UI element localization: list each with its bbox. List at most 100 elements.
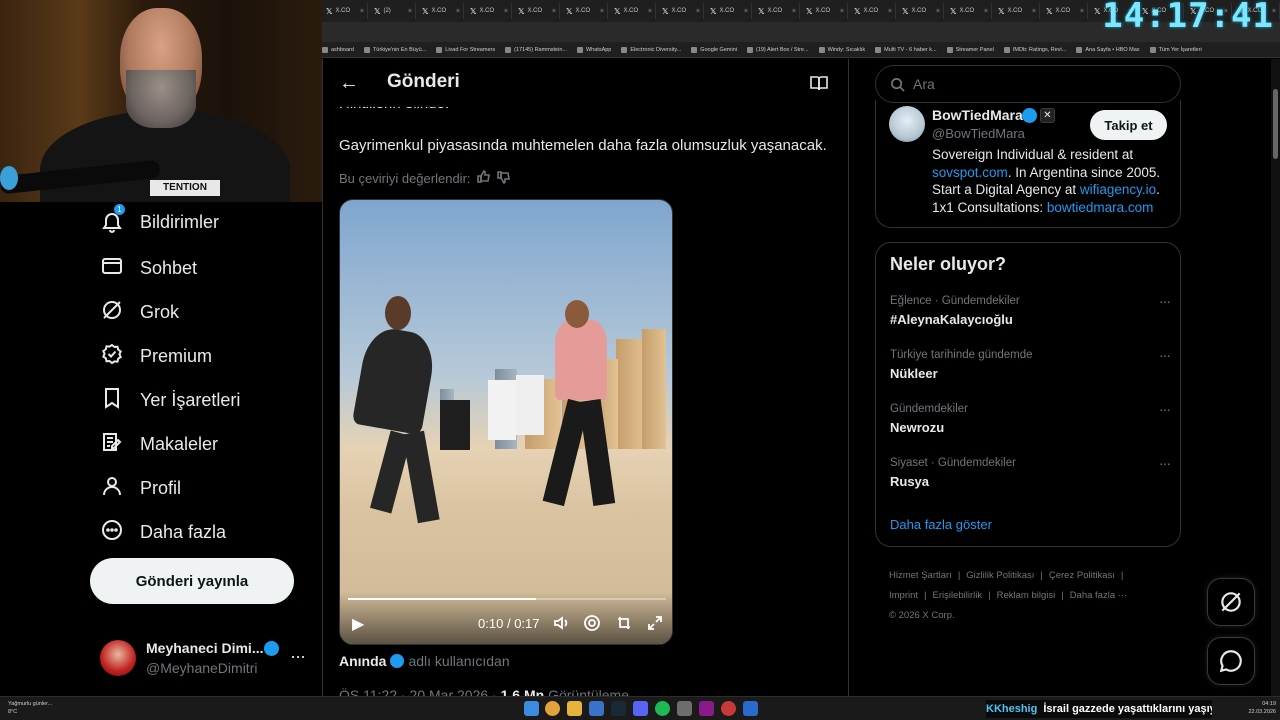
footer-link[interactable]: Çerez Politikası (1049, 570, 1115, 581)
browser-tab[interactable]: 𝕏 X.CO × (946, 3, 992, 19)
settings-gear-icon[interactable] (583, 614, 601, 632)
close-tab-icon[interactable]: × (936, 8, 940, 15)
discord-icon[interactable] (633, 701, 648, 716)
trend-item[interactable]: Eğlence · Gündemdekiler #AleynaKalaycıoğ… (890, 293, 1171, 339)
nav-item-chat[interactable]: Sohbet (100, 254, 197, 283)
more-dots-icon[interactable]: ··· (290, 646, 306, 667)
nav-item-notifications[interactable]: 1 Bildirimler (100, 204, 219, 234)
thumbs-up-icon[interactable] (476, 169, 491, 187)
browser-tab[interactable]: 𝕏 X.CO × (994, 3, 1040, 19)
close-tab-icon[interactable]: × (552, 8, 556, 15)
close-tab-icon[interactable]: × (360, 8, 364, 15)
volume-icon[interactable] (552, 614, 570, 632)
close-tab-icon[interactable]: × (696, 8, 700, 15)
close-tab-icon[interactable]: × (984, 8, 988, 15)
bio-link[interactable]: bowtiedmara.com (1047, 200, 1154, 215)
close-tab-icon[interactable]: × (888, 8, 892, 15)
scrollbar[interactable] (1271, 59, 1280, 696)
profile-name[interactable]: BowTiedMara (932, 107, 1023, 123)
nav-item-profile[interactable]: Profil (100, 474, 181, 503)
browser-tab[interactable]: 𝕏 X.CO × (802, 3, 848, 19)
thumbs-down-icon[interactable] (496, 170, 511, 187)
chrome-icon[interactable] (545, 701, 560, 716)
more-dots-icon[interactable]: ··· (1159, 455, 1171, 471)
nav-item-articles[interactable]: Makaleler (100, 430, 218, 459)
browser-tab[interactable]: 𝕏 X.CO × (322, 3, 368, 19)
trend-item[interactable]: Gündemdekiler Newrozu ··· (890, 401, 1171, 447)
system-tray-clock[interactable]: 04:19 22.03.2026 (1248, 700, 1276, 716)
close-tab-icon[interactable]: × (600, 8, 604, 15)
footer-link[interactable]: Erişilebilirlik (933, 590, 983, 601)
show-more-link[interactable]: Daha fazla göster (890, 517, 992, 532)
close-tab-icon[interactable]: × (456, 8, 460, 15)
browser-tab[interactable]: 𝕏 X.CO × (514, 3, 560, 19)
app-icon[interactable] (743, 701, 758, 716)
search-input[interactable] (913, 76, 1153, 92)
nav-item-bookmarks[interactable]: Yer İşaretleri (100, 386, 240, 415)
browser-tab[interactable]: 𝕏 X.CO × (562, 3, 608, 19)
bookmark-item[interactable]: (19) Alert Box / Stre... (746, 46, 809, 53)
bookmark-item[interactable]: Ana Sayfa • HBO Max (1076, 46, 1140, 53)
bio-link[interactable]: wifiagency.io (1080, 182, 1156, 197)
app-icon[interactable] (589, 701, 604, 716)
browser-tab[interactable]: 𝕏 X.CO × (706, 3, 752, 19)
app-icon[interactable] (677, 701, 692, 716)
trend-item[interactable]: Siyaset · Gündemdekiler Rusya ··· (890, 455, 1171, 501)
messages-fab-button[interactable] (1207, 637, 1255, 685)
folder-icon[interactable] (567, 701, 582, 716)
nav-item-premium[interactable]: Premium (100, 342, 212, 371)
source-name[interactable]: Anında (339, 653, 386, 669)
close-tab-icon[interactable]: × (504, 8, 508, 15)
browser-tab[interactable]: 𝕏 X.CO × (898, 3, 944, 19)
footer-link[interactable]: Hizmet Şartları (889, 570, 952, 581)
more-dots-icon[interactable]: ··· (1159, 401, 1171, 417)
bookmark-item[interactable]: Livad For Streamers (436, 46, 495, 53)
footer-link[interactable]: Gizlilik Politikası (966, 570, 1034, 581)
play-icon[interactable]: ▶ (352, 614, 364, 634)
nav-item-grok[interactable]: Grok (100, 298, 179, 327)
close-tab-icon[interactable]: × (648, 8, 652, 15)
grok-fab-button[interactable] (1207, 578, 1255, 626)
bookmark-item[interactable]: Multi TV - 6 haber k... (875, 46, 937, 53)
fullscreen-icon[interactable] (646, 614, 664, 632)
reader-mode-icon[interactable] (809, 73, 829, 93)
bookmark-item[interactable]: WhatsApp (576, 46, 611, 53)
post-button[interactable]: Gönderi yayınla (90, 558, 294, 604)
footer-link[interactable]: Daha fazla ··· (1070, 590, 1128, 601)
app-icon[interactable] (699, 701, 714, 716)
account-switcher[interactable]: Meyhaneci Dimi... @MeyhaneDimitri ··· (100, 638, 310, 682)
scrollbar-thumb[interactable] (1273, 89, 1278, 159)
browser-tab[interactable]: 𝕏 (2) × (370, 3, 416, 19)
browser-tab[interactable]: 𝕏 X.CO × (1042, 3, 1088, 19)
close-tab-icon[interactable]: × (408, 8, 412, 15)
picture-in-picture-icon[interactable] (615, 614, 633, 632)
footer-link[interactable]: Imprint (889, 590, 918, 601)
follow-button[interactable]: Takip et (1090, 110, 1167, 140)
close-tab-icon[interactable]: × (744, 8, 748, 15)
bookmark-item[interactable]: Streamer Panel (946, 46, 994, 53)
bookmark-item[interactable]: ashboard (322, 46, 354, 53)
bookmark-item[interactable]: Windy: Sıcaklık (818, 46, 865, 53)
bookmark-item[interactable]: Electronic Diversity... (621, 46, 681, 53)
bookmark-item[interactable]: (17145) Rammstein... (505, 46, 567, 53)
steam-icon[interactable] (611, 701, 626, 716)
close-tab-icon[interactable]: × (1080, 8, 1084, 15)
close-tab-icon[interactable]: × (792, 8, 796, 15)
footer-link[interactable]: © 2026 X Corp. (889, 610, 955, 621)
browser-tab[interactable]: 𝕏 X.CO × (466, 3, 512, 19)
more-dots-icon[interactable]: ··· (1159, 347, 1171, 363)
trend-item[interactable]: Türkiye tarihinde gündemde Nükleer ··· (890, 347, 1171, 393)
close-tab-icon[interactable]: × (1032, 8, 1036, 15)
browser-tab[interactable]: 𝕏 X.CO × (418, 3, 464, 19)
close-tab-icon[interactable]: × (840, 8, 844, 15)
video-player[interactable]: ▶ 0:10 / 0:17 (339, 199, 673, 645)
back-arrow-icon[interactable]: ← (337, 71, 361, 95)
start-icon[interactable] (524, 701, 539, 716)
more-dots-icon[interactable]: ··· (1159, 293, 1171, 309)
browser-tab[interactable]: 𝕏 X.CO × (658, 3, 704, 19)
bookmark-item[interactable]: Türkiye'nin En Büyü... (363, 46, 426, 53)
footer-link[interactable]: Reklam bilgisi (997, 590, 1056, 601)
nav-item-more[interactable]: Daha fazla (100, 518, 226, 547)
bookmark-item[interactable]: IMDb: Ratings, Revi... (1003, 46, 1066, 53)
app-icon[interactable] (721, 701, 736, 716)
